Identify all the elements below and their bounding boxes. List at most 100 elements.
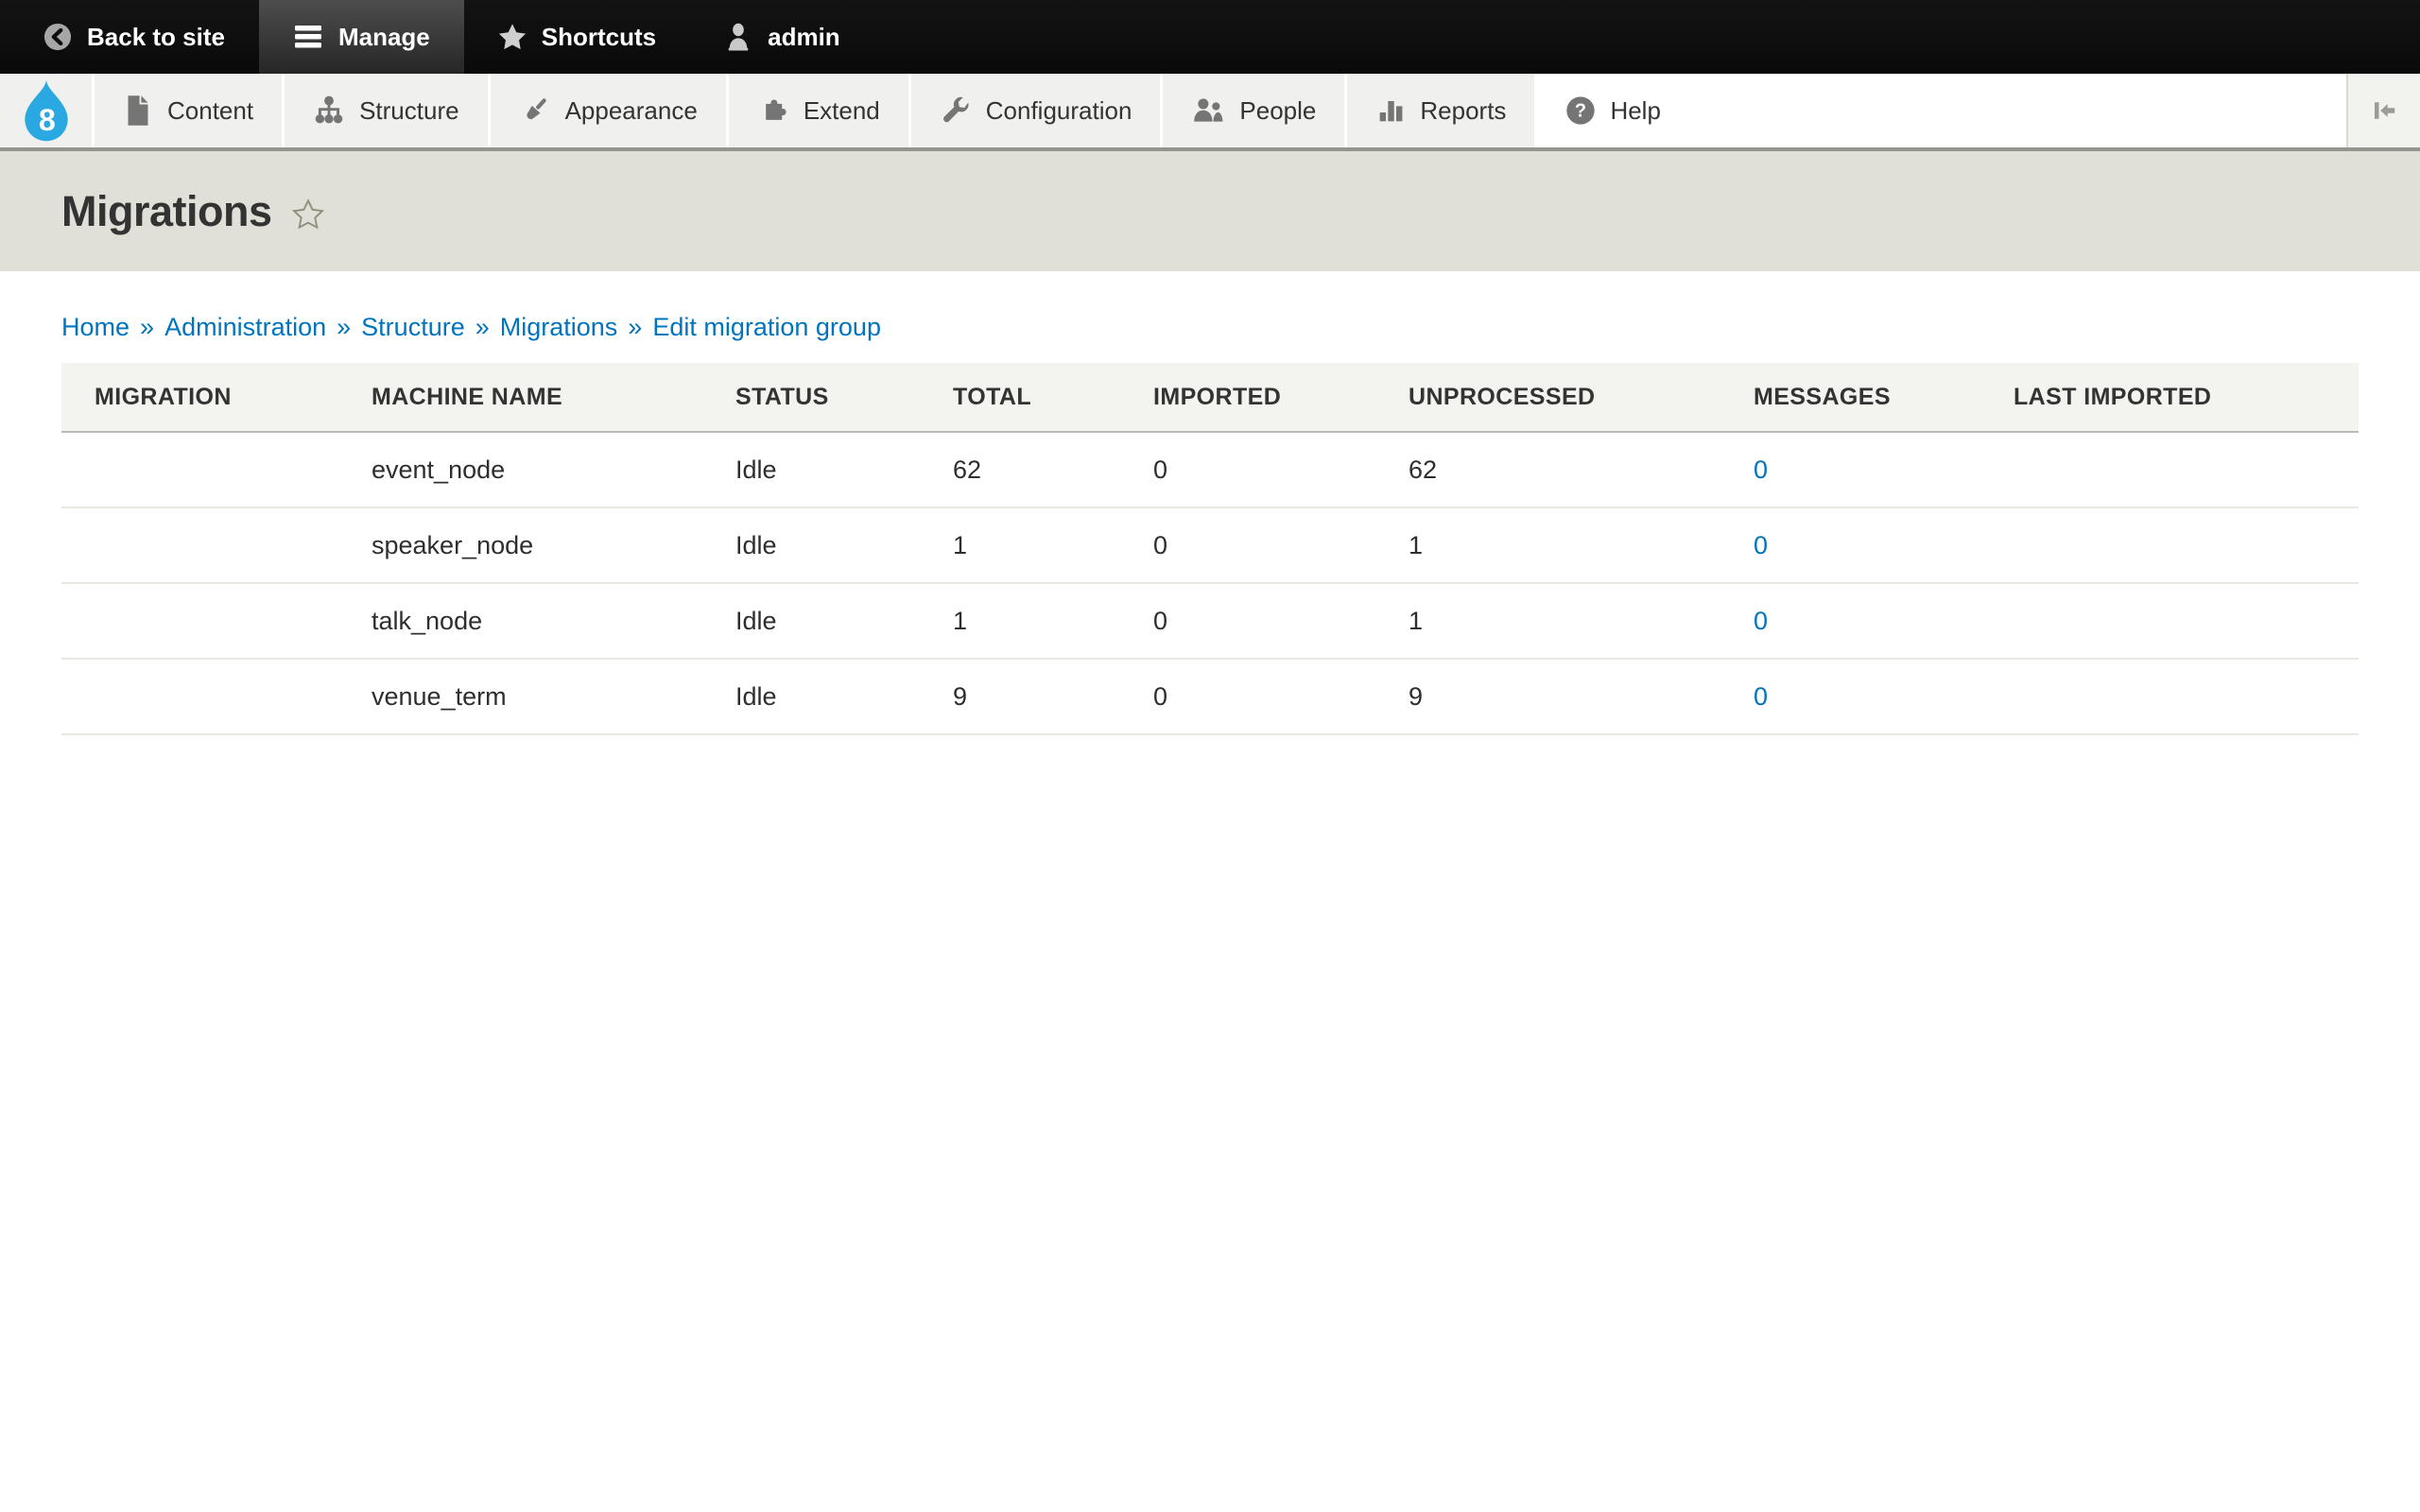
star-icon [498, 23, 527, 51]
tab-configuration[interactable]: Configuration [911, 74, 1161, 147]
cell-unprocessed: 9 [1375, 659, 1720, 734]
back-circle-icon [43, 23, 72, 51]
structure-icon [313, 95, 345, 126]
breadcrumb-link-administration[interactable]: Administration [164, 313, 326, 341]
reports-icon [1375, 95, 1406, 126]
star-outline-icon[interactable] [291, 198, 325, 232]
tab-label: Appearance [565, 96, 698, 126]
cell-last-imported [1980, 583, 2359, 659]
breadcrumb-link-edit-migration-group[interactable]: Edit migration group [652, 313, 881, 341]
breadcrumb-link-home[interactable]: Home [61, 313, 130, 341]
shortcuts-tab[interactable]: Shortcuts [464, 0, 690, 74]
cell-machine-name: venue_term [338, 659, 702, 734]
content-icon [123, 94, 153, 127]
col-header-imported: IMPORTED [1120, 363, 1375, 432]
svg-text:8: 8 [38, 103, 55, 137]
cell-status: Idle [702, 583, 920, 659]
messages-link[interactable]: 0 [1754, 455, 1768, 484]
cell-imported: 0 [1120, 583, 1375, 659]
manage-tab[interactable]: Manage [259, 0, 464, 74]
cell-migration [61, 507, 338, 583]
breadcrumb: Home » Administration » Structure » Migrations… [61, 313, 2420, 342]
tab-label: Structure [359, 96, 459, 126]
cell-migration [61, 432, 338, 507]
people-icon [1191, 95, 1225, 126]
cell-messages: 0 [1720, 583, 1980, 659]
cell-status: Idle [702, 507, 920, 583]
tab-people[interactable]: People [1163, 74, 1344, 147]
table-row: event_node Idle 62 0 62 0 [61, 432, 2359, 507]
appearance-icon [519, 94, 551, 127]
cell-last-imported [1980, 659, 2359, 734]
cell-machine-name: speaker_node [338, 507, 702, 583]
col-header-total: TOTAL [920, 363, 1120, 432]
admin-bar: Back to site Manage Shortcuts admin [0, 0, 2420, 74]
help-icon: ? [1565, 95, 1596, 126]
col-header-unprocessed: UNPROCESSED [1375, 363, 1720, 432]
user-menu[interactable]: admin [690, 0, 874, 74]
manage-label: Manage [338, 23, 430, 52]
messages-link[interactable]: 0 [1754, 607, 1768, 635]
back-to-site-button[interactable]: Back to site [0, 0, 259, 74]
configuration-icon [940, 94, 972, 127]
cell-migration [61, 583, 338, 659]
toolbar: 8 Content Structure Appearance Extend Co… [0, 74, 2420, 151]
tab-structure[interactable]: Structure [285, 74, 488, 147]
cell-total: 9 [920, 659, 1120, 734]
tab-label: Help [1610, 96, 1660, 126]
cell-machine-name: talk_node [338, 583, 702, 659]
breadcrumb-separator: » [140, 313, 154, 341]
cell-imported: 0 [1120, 432, 1375, 507]
table-row: talk_node Idle 1 0 1 0 [61, 583, 2359, 659]
breadcrumb-link-migrations[interactable]: Migrations [500, 313, 618, 341]
col-header-migration: MIGRATION [61, 363, 338, 432]
tab-label: Extend [804, 96, 880, 126]
cell-messages: 0 [1720, 507, 1980, 583]
tab-label: Reports [1420, 96, 1506, 126]
tab-content[interactable]: Content [95, 74, 282, 147]
toolbar-collapse-button[interactable] [2346, 74, 2420, 147]
table-header-row: MIGRATION MACHINE NAME STATUS TOTAL IMPO… [61, 363, 2359, 432]
cell-status: Idle [702, 659, 920, 734]
cell-last-imported [1980, 432, 2359, 507]
cell-total: 1 [920, 507, 1120, 583]
col-header-last-imported: LAST IMPORTED [1980, 363, 2359, 432]
shortcuts-label: Shortcuts [542, 23, 656, 52]
page-header: Migrations [0, 151, 2420, 271]
breadcrumb-link-structure[interactable]: Structure [361, 313, 465, 341]
hamburger-icon [293, 25, 323, 49]
tab-label: People [1239, 96, 1316, 126]
drupal-logo: 8 [20, 78, 73, 143]
cell-unprocessed: 62 [1375, 432, 1720, 507]
cell-unprocessed: 1 [1375, 583, 1720, 659]
table-row: venue_term Idle 9 0 9 0 [61, 659, 2359, 734]
tab-reports[interactable]: Reports [1347, 74, 1534, 147]
back-to-site-label: Back to site [87, 23, 225, 52]
drupal-home-button[interactable]: 8 [0, 74, 92, 147]
col-header-messages: MESSAGES [1720, 363, 1980, 432]
page-title: Migrations [61, 187, 272, 236]
cell-total: 1 [920, 583, 1120, 659]
cell-total: 62 [920, 432, 1120, 507]
col-header-machine-name: MACHINE NAME [338, 363, 702, 432]
toolbar-spacer [1692, 74, 2346, 147]
tab-appearance[interactable]: Appearance [491, 74, 726, 147]
breadcrumb-separator: » [475, 313, 490, 341]
table-row: speaker_node Idle 1 0 1 0 [61, 507, 2359, 583]
cell-imported: 0 [1120, 507, 1375, 583]
cell-machine-name: event_node [338, 432, 702, 507]
messages-link[interactable]: 0 [1754, 682, 1768, 711]
cell-messages: 0 [1720, 659, 1980, 734]
messages-link[interactable]: 0 [1754, 531, 1768, 559]
cell-migration [61, 659, 338, 734]
breadcrumb-separator: » [337, 313, 351, 341]
tab-label: Configuration [986, 96, 1132, 126]
tab-extend[interactable]: Extend [729, 74, 908, 147]
col-header-status: STATUS [702, 363, 920, 432]
cell-unprocessed: 1 [1375, 507, 1720, 583]
breadcrumb-separator: » [628, 313, 642, 341]
tab-help[interactable]: ? Help [1537, 74, 1688, 147]
user-icon [724, 22, 752, 52]
cell-last-imported [1980, 507, 2359, 583]
cell-imported: 0 [1120, 659, 1375, 734]
